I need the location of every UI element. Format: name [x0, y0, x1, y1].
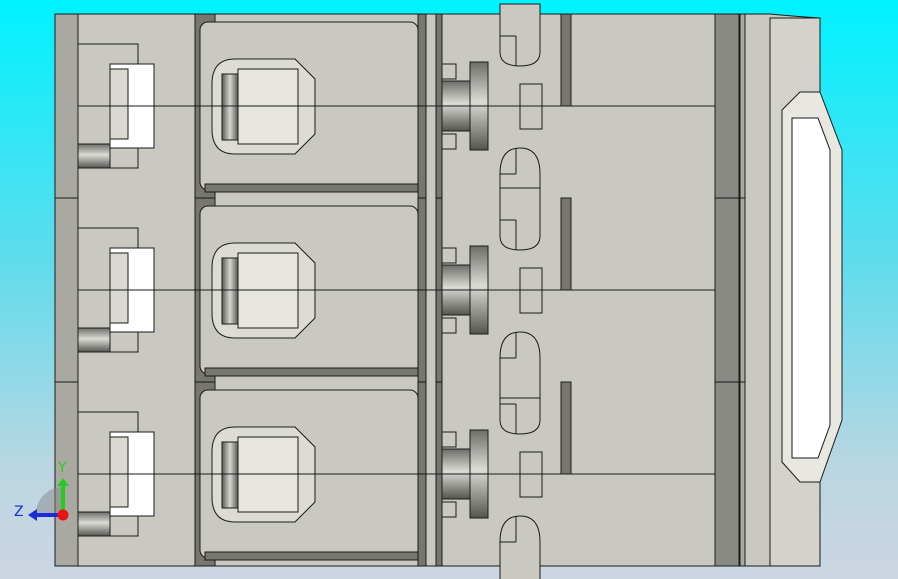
z-arrow-icon: [28, 509, 37, 521]
left-terminal-block: [54, 197, 79, 383]
z-label: Z: [14, 504, 24, 520]
origin-point: [57, 509, 69, 521]
slot: [499, 3, 541, 67]
left-terminal-block: [54, 13, 79, 199]
slot: [499, 331, 541, 399]
y-label: Y: [57, 460, 67, 476]
slot: [499, 515, 541, 579]
breaker-model: [54, 3, 843, 579]
slot: [499, 187, 541, 251]
axis-triad: Y Z: [14, 460, 69, 521]
handle[interactable]: [744, 13, 843, 567]
cad-viewport[interactable]: Y Z: [0, 0, 898, 579]
